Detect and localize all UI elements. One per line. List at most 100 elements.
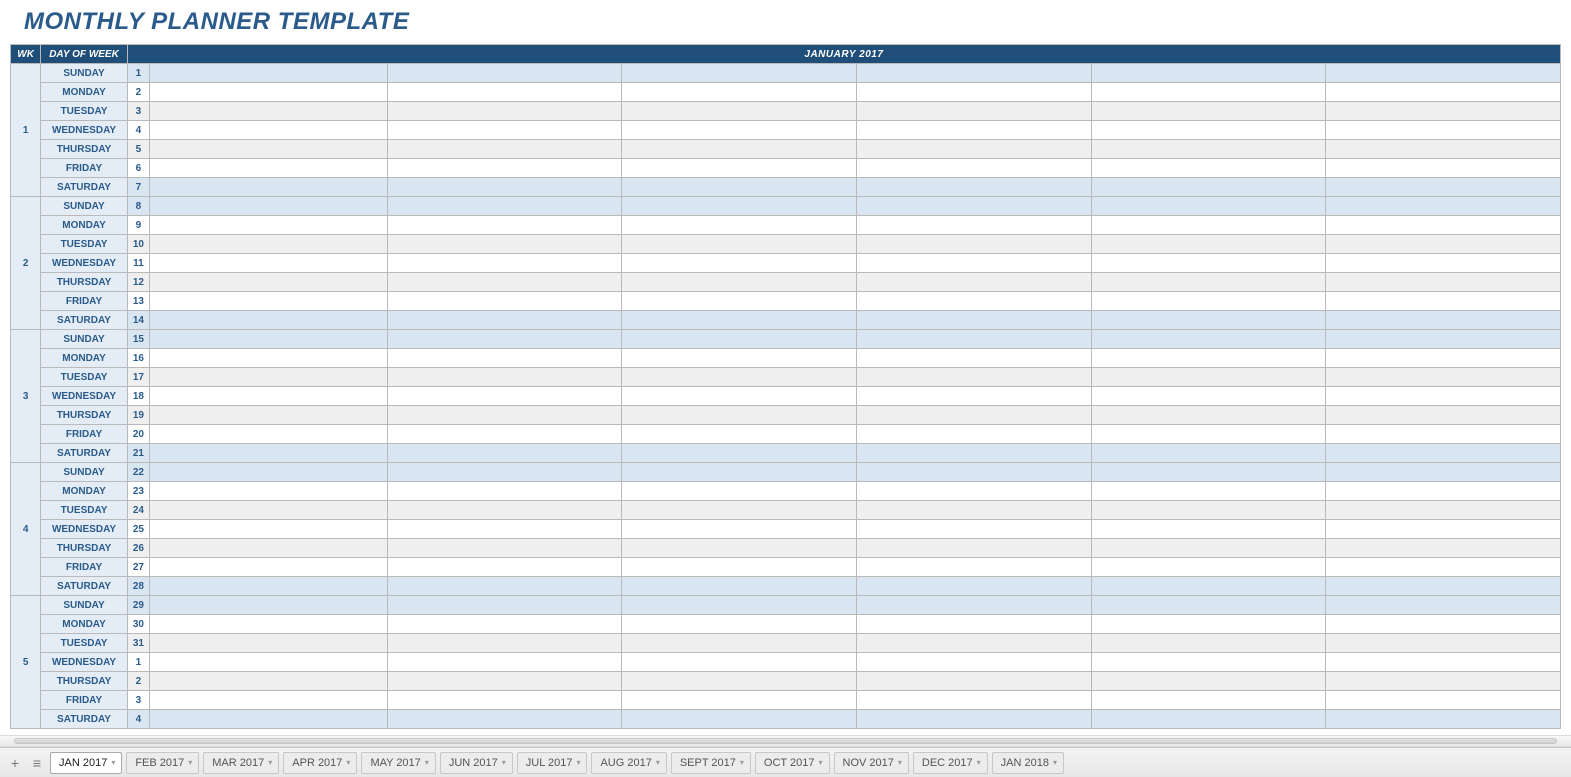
planner-cell[interactable] [1326,577,1561,596]
planner-cell[interactable] [1326,653,1561,672]
planner-cell[interactable] [149,197,387,216]
planner-cell[interactable] [1091,349,1326,368]
planner-cell[interactable] [622,83,857,102]
planner-cell[interactable] [1326,140,1561,159]
planner-cell[interactable] [149,273,387,292]
planner-cell[interactable] [1326,273,1561,292]
planner-cell[interactable] [149,64,387,83]
planner-cell[interactable] [622,615,857,634]
planner-cell[interactable] [387,216,622,235]
planner-cell[interactable] [387,672,622,691]
planner-cell[interactable] [1091,463,1326,482]
planner-cell[interactable] [622,102,857,121]
planner-cell[interactable] [387,159,622,178]
planner-cell[interactable] [1326,178,1561,197]
planner-cell[interactable] [1326,425,1561,444]
planner-cell[interactable] [387,273,622,292]
planner-cell[interactable] [622,653,857,672]
planner-cell[interactable] [1326,216,1561,235]
planner-cell[interactable] [1091,539,1326,558]
planner-cell[interactable] [1326,235,1561,254]
planner-cell[interactable] [856,520,1091,539]
planner-cell[interactable] [856,615,1091,634]
planner-cell[interactable] [1091,615,1326,634]
planner-cell[interactable] [1326,615,1561,634]
planner-cell[interactable] [387,121,622,140]
planner-cell[interactable] [387,406,622,425]
planner-cell[interactable] [1326,482,1561,501]
planner-cell[interactable] [149,710,387,729]
planner-cell[interactable] [149,653,387,672]
planner-cell[interactable] [856,83,1091,102]
planner-cell[interactable] [622,520,857,539]
planner-cell[interactable] [149,444,387,463]
planner-cell[interactable] [622,425,857,444]
planner-cell[interactable] [387,425,622,444]
planner-cell[interactable] [1091,672,1326,691]
planner-cell[interactable] [622,691,857,710]
planner-cell[interactable] [856,577,1091,596]
planner-cell[interactable] [856,710,1091,729]
planner-cell[interactable] [622,178,857,197]
planner-cell[interactable] [856,596,1091,615]
planner-cell[interactable] [387,463,622,482]
planner-cell[interactable] [149,634,387,653]
planner-cell[interactable] [149,311,387,330]
planner-cell[interactable] [1091,197,1326,216]
planner-cell[interactable] [622,634,857,653]
planner-cell[interactable] [149,596,387,615]
planner-cell[interactable] [1091,444,1326,463]
chevron-down-icon[interactable]: ▾ [898,758,902,767]
planner-cell[interactable] [622,539,857,558]
planner-cell[interactable] [149,406,387,425]
planner-cell[interactable] [387,64,622,83]
all-sheets-icon[interactable]: ≡ [28,754,46,772]
planner-cell[interactable] [1091,121,1326,140]
planner-cell[interactable] [1326,558,1561,577]
planner-cell[interactable] [1091,520,1326,539]
planner-cell[interactable] [1091,273,1326,292]
chevron-down-icon[interactable]: ▾ [425,758,429,767]
planner-cell[interactable] [856,254,1091,273]
planner-cell[interactable] [149,577,387,596]
planner-cell[interactable] [1091,501,1326,520]
planner-cell[interactable] [149,83,387,102]
planner-cell[interactable] [856,387,1091,406]
planner-cell[interactable] [1091,482,1326,501]
planner-cell[interactable] [622,292,857,311]
planner-cell[interactable] [622,444,857,463]
planner-cell[interactable] [387,634,622,653]
planner-cell[interactable] [149,425,387,444]
planner-cell[interactable] [1326,159,1561,178]
planner-cell[interactable] [622,387,857,406]
planner-cell[interactable] [1091,330,1326,349]
planner-cell[interactable] [622,406,857,425]
planner-cell[interactable] [856,121,1091,140]
sheet-tab[interactable]: MAY 2017▾ [361,752,435,774]
planner-cell[interactable] [149,178,387,197]
sheet-tab[interactable]: SEPT 2017▾ [671,752,751,774]
planner-cell[interactable] [856,368,1091,387]
planner-cell[interactable] [387,501,622,520]
planner-cell[interactable] [856,482,1091,501]
planner-cell[interactable] [1326,710,1561,729]
planner-cell[interactable] [856,102,1091,121]
planner-cell[interactable] [387,102,622,121]
planner-cell[interactable] [856,634,1091,653]
chevron-down-icon[interactable]: ▾ [1053,758,1057,767]
planner-cell[interactable] [1326,311,1561,330]
planner-cell[interactable] [1091,634,1326,653]
planner-cell[interactable] [1091,311,1326,330]
sheet-tab[interactable]: NOV 2017▾ [834,752,909,774]
planner-cell[interactable] [1091,368,1326,387]
planner-cell[interactable] [387,596,622,615]
planner-cell[interactable] [387,292,622,311]
planner-cell[interactable] [856,463,1091,482]
planner-cell[interactable] [622,710,857,729]
planner-cell[interactable] [387,330,622,349]
planner-cell[interactable] [622,463,857,482]
planner-cell[interactable] [622,254,857,273]
planner-cell[interactable] [149,140,387,159]
planner-cell[interactable] [1091,406,1326,425]
planner-cell[interactable] [387,254,622,273]
